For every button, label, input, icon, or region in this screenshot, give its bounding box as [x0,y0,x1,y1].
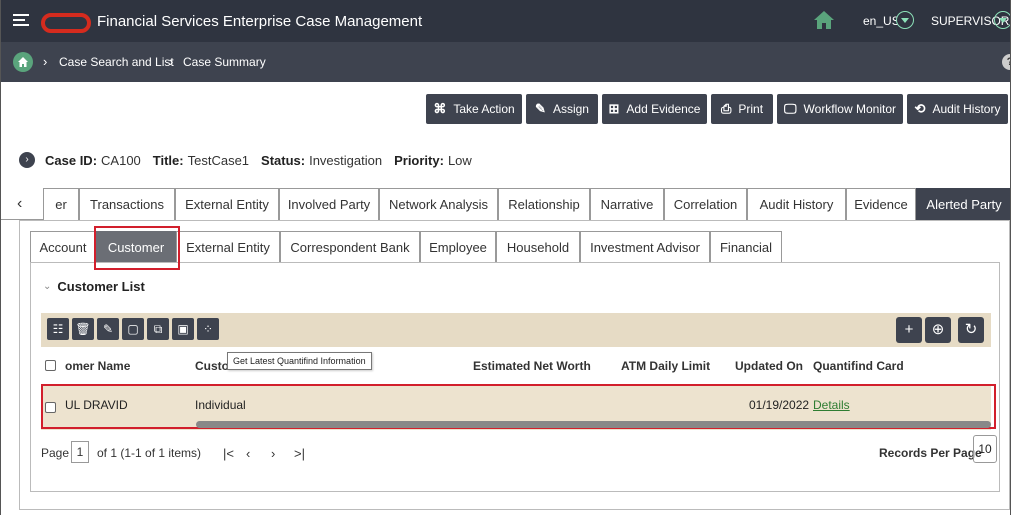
copy-icon[interactable]: ⧉ [147,318,169,340]
collapse-chevron-icon[interactable]: ⌄ [43,281,51,292]
case-status-value: Investigation [309,152,383,168]
tab-alerted-party[interactable]: Alerted Party [916,188,1010,220]
column-estimated-net-worth[interactable]: Estimated Net Worth [473,359,591,373]
locale-dropdown-icon[interactable] [896,11,914,29]
top-header: Financial Services Enterprise Case Manag… [1,0,1010,42]
case-priority-value: Low [447,152,472,168]
first-page-icon[interactable]: |< [223,446,234,461]
breadcrumb-case-search[interactable]: Case Search and List [59,55,174,69]
app-title: Financial Services Enterprise Case Manag… [97,13,423,30]
subtab-household[interactable]: Household [496,231,580,263]
network-icon[interactable]: ⁘ [197,318,219,340]
subtab-investment-advisor[interactable]: Investment Advisor [580,231,710,263]
prev-page-icon[interactable]: ‹ [246,446,250,461]
case-info-bar: › Case ID: CA100 Title: TestCase1 Status: I… [19,150,484,170]
column-quantifind-card[interactable]: Quantifind Card [813,359,904,373]
quantifind-tooltip: Get Latest Quantifind Information [227,352,372,370]
audit-history-button[interactable]: ⟲ Audit History [907,94,1008,124]
tab-narrative[interactable]: Narrative [590,188,664,220]
breadcrumb-separator: › [169,54,174,69]
case-status-label: Status: [261,152,306,168]
breadcrumb-home-icon[interactable] [13,52,33,72]
tab-evidence[interactable]: Evidence [846,188,916,220]
horizontal-scrollbar[interactable] [196,421,991,428]
refresh-icon[interactable]: ↻ [958,317,984,343]
add-evidence-label: Add Evidence [626,102,701,116]
tab-correlation[interactable]: Correlation [664,188,747,220]
case-id-label: Case ID: [45,152,98,168]
history-icon: ⟲ [914,101,926,116]
customer-tab-highlight [94,226,180,270]
subtab-employee[interactable]: Employee [420,231,496,263]
customer-list-title: Customer List [57,279,145,294]
breadcrumb: › Case Search and List › Case Summary ? [1,42,1010,82]
page-summary: of 1 (1-1 of 1 items) [97,446,202,460]
customer-list-header[interactable]: ⌄ Customer List [43,279,145,294]
case-tabs: ‹ er Transactions External Entity Involv… [1,188,1010,220]
menu-icon[interactable] [13,14,29,28]
page-label: Page [41,446,70,460]
plus-box-icon: ⊞ [608,101,620,116]
locale-label: en_US [863,14,900,28]
workflow-monitor-button[interactable]: 🖵 Workflow Monitor [777,94,903,124]
view-icon[interactable]: ☷ [47,318,69,340]
print-button[interactable]: ⎙ Print [711,94,773,124]
select-all-checkbox[interactable] [45,360,56,371]
oracle-logo [41,13,91,33]
case-title-label: Title: [152,152,184,168]
add-evidence-button[interactable]: ⊞ Add Evidence [602,94,707,124]
user-dropdown-icon[interactable] [994,11,1010,29]
print-label: Print [738,102,764,116]
tab-transactions[interactable]: Transactions [79,188,175,220]
tab-scroll-left-icon[interactable]: ‹ [17,195,22,213]
pencil-icon: ✎ [535,101,546,116]
subtab-financial[interactable]: Financial [710,231,782,263]
delete-icon[interactable]: 🗑 [72,318,94,340]
assign-button[interactable]: ✎ Assign [526,94,598,124]
assign-label: Assign [552,102,589,116]
workflow-monitor-label: Workflow Monitor [803,102,896,116]
grid-header: omer Name Custome Estimated Net Worth AT… [41,351,991,381]
edit-icon[interactable]: ✎ [97,318,119,340]
help-icon[interactable]: ? [1002,54,1010,70]
tab-audit-history[interactable]: Audit History [747,188,846,220]
printer-icon: ⎙ [720,101,732,116]
column-customer-name[interactable]: omer Name [65,359,130,373]
next-page-icon[interactable]: › [271,446,275,461]
command-icon: ⌘ [433,101,447,116]
tab-involved-party[interactable]: Involved Party [279,188,379,220]
subtab-account[interactable]: Account [30,231,96,263]
add-icon[interactable]: + [896,317,922,343]
app-frame: Financial Services Enterprise Case Manag… [0,0,1011,515]
quantifind-icon[interactable]: ▣ [172,318,194,340]
page-number-input[interactable]: 1 [71,441,89,463]
take-action-label: Take Action [453,102,515,116]
subtab-correspondent-bank[interactable]: Correspondent Bank [280,231,420,263]
records-per-page-label: Records Per Page [879,446,982,460]
breadcrumb-separator: › [43,54,48,69]
tab-relationship[interactable]: Relationship [498,188,590,220]
records-per-page-select[interactable]: 10 [973,435,997,463]
tab-network-analysis[interactable]: Network Analysis [379,188,498,220]
home-icon[interactable] [813,10,835,30]
monitor-icon: 🖵 [783,101,797,116]
last-page-icon[interactable]: >| [294,446,305,461]
audit-history-label: Audit History [932,102,1001,116]
add-linked-icon[interactable]: ⊕ [925,317,951,343]
case-priority-label: Priority: [394,152,444,168]
take-action-button[interactable]: ⌘ Take Action [426,94,522,124]
column-atm-daily-limit[interactable]: ATM Daily Limit [621,359,710,373]
column-updated-on[interactable]: Updated On [735,359,803,373]
expand-chevron-icon[interactable]: › [19,152,35,168]
document-icon[interactable]: ▢ [122,318,144,340]
subtab-external-entity[interactable]: External Entity [176,231,280,263]
tab-external-entity[interactable]: External Entity [175,188,279,220]
breadcrumb-case-summary[interactable]: Case Summary [183,55,266,69]
customer-list-toolbar: ☷ 🗑 ✎ ▢ ⧉ ▣ ⁘ + ⊕ ↻ [41,313,991,347]
case-title-value: TestCase1 [187,152,250,168]
tab-partial[interactable]: er [43,188,79,220]
case-id-value: CA100 [101,152,141,168]
